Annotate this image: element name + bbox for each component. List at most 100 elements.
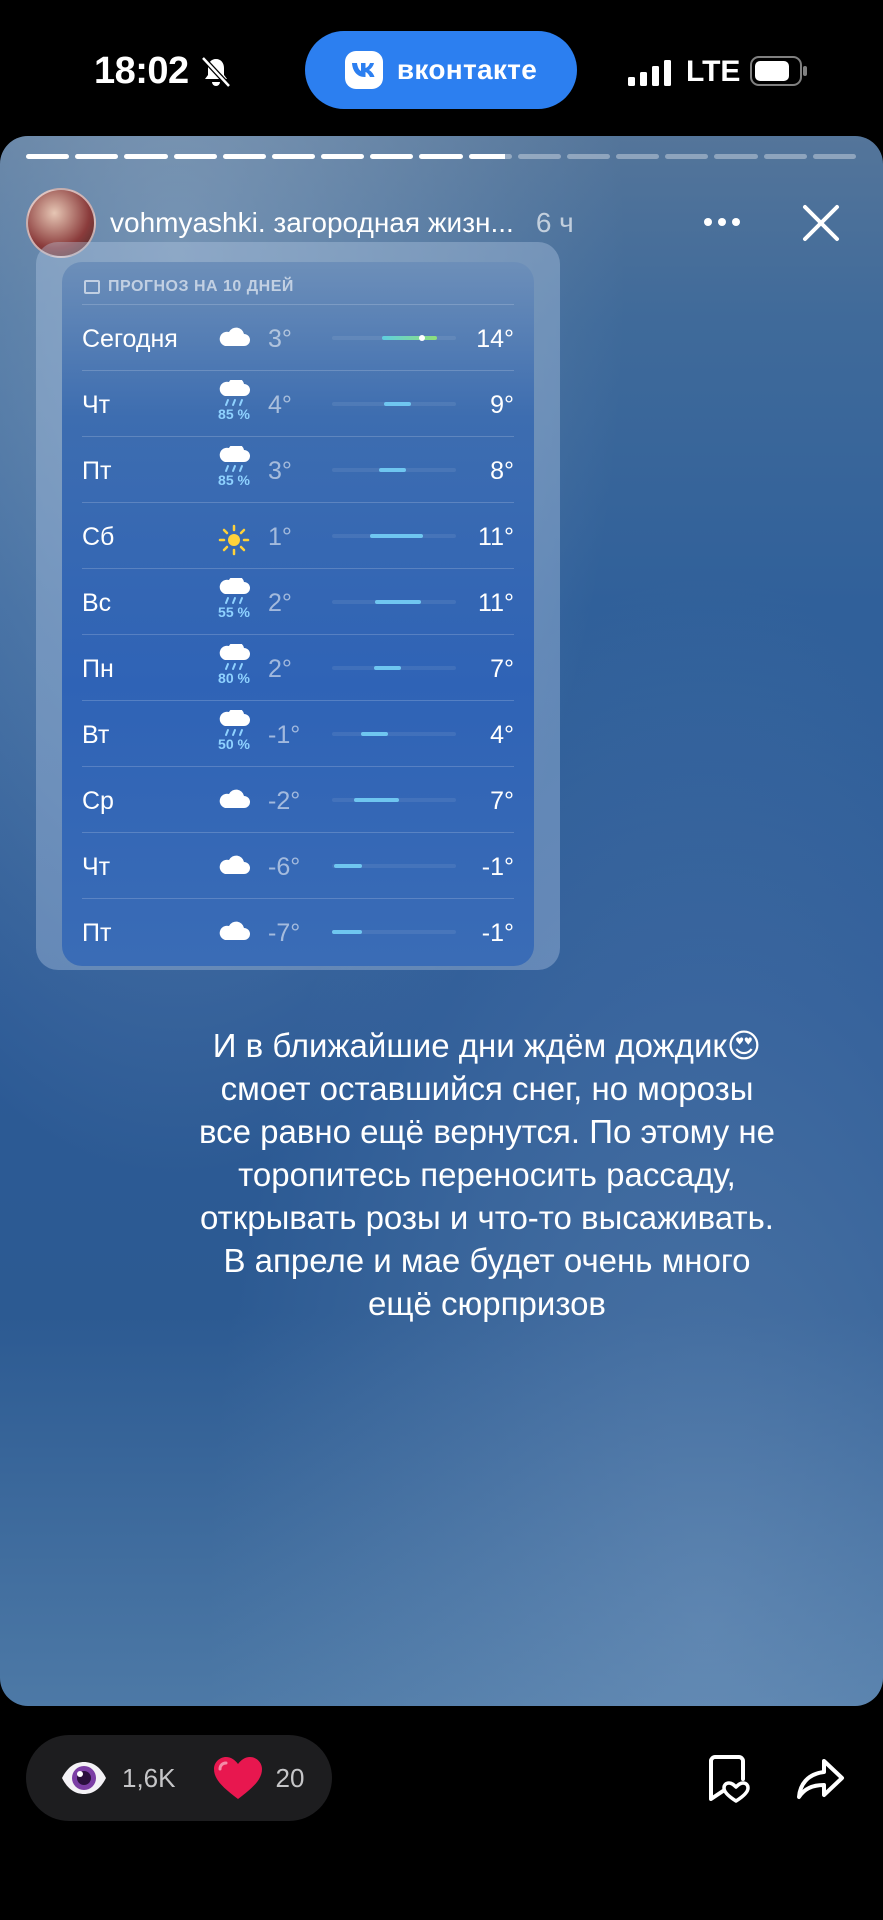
forecast-row: Пн 80 % 2° 7° xyxy=(62,634,534,700)
temp-max: 7° xyxy=(490,655,514,683)
precip-chance: 85 % xyxy=(218,406,250,422)
temp-max: 9° xyxy=(490,391,514,419)
temp-range-track xyxy=(332,600,456,604)
row-divider xyxy=(82,832,514,833)
temp-max: 11° xyxy=(478,589,514,617)
temp-max: 11° xyxy=(478,523,514,551)
forecast-title-text: ПРОГНОЗ НА 10 ДНЕЙ xyxy=(108,278,294,295)
temp-range-track xyxy=(332,732,456,736)
temp-range-bar xyxy=(374,666,402,670)
progress-segment xyxy=(75,154,119,159)
save-to-favorites-button[interactable] xyxy=(703,1755,751,1805)
row-divider xyxy=(82,436,514,437)
vk-logo-icon xyxy=(344,51,383,89)
forecast-day: Сб xyxy=(82,523,115,551)
temp-range-track xyxy=(332,534,456,538)
forecast-day: Ср xyxy=(82,787,114,815)
caption-line: торопитесь переносить рассаду, xyxy=(238,1156,736,1193)
temp-min: 2° xyxy=(268,589,292,617)
stats-pill: 1,6K 20 xyxy=(26,1735,332,1821)
temp-range-track xyxy=(332,468,456,472)
forecast-day: Чт xyxy=(82,853,111,881)
close-button[interactable] xyxy=(800,202,842,244)
caption-line: все равно ещё вернутся. По этому не xyxy=(199,1113,775,1150)
sun-icon xyxy=(212,524,256,570)
more-button[interactable] xyxy=(692,204,752,240)
row-divider xyxy=(82,766,514,767)
forecast-row: Чт -6° -1° xyxy=(62,832,534,898)
vk-return-pill[interactable]: вконтакте xyxy=(305,31,577,109)
temp-range-bar xyxy=(381,336,438,340)
temp-range-bar xyxy=(384,402,412,406)
temp-range-bar xyxy=(375,600,422,604)
temp-range-track xyxy=(332,402,456,406)
temp-range-track xyxy=(332,666,456,670)
temp-max: 14° xyxy=(476,325,514,353)
cloud-rain-icon: 50 % xyxy=(212,710,256,756)
temp-max: -1° xyxy=(481,853,514,881)
status-time: 18:02 xyxy=(94,50,189,92)
bell-off-icon xyxy=(201,56,231,88)
progress-segment xyxy=(419,154,463,159)
temp-range-bar xyxy=(379,468,407,472)
forecast-day: Сегодня xyxy=(82,325,178,353)
temp-min: -1° xyxy=(268,721,301,749)
eye-icon xyxy=(62,1762,106,1794)
forecast-day: Чт xyxy=(82,391,111,419)
row-divider xyxy=(82,568,514,569)
progress-segment xyxy=(468,154,512,159)
temp-range-bar xyxy=(360,732,388,736)
progress-segment xyxy=(812,154,856,159)
cloud-rain-icon: 85 % xyxy=(212,380,256,426)
temp-min: 1° xyxy=(268,523,292,551)
forecast-day: Пн xyxy=(82,655,114,683)
progress-segment xyxy=(173,154,217,159)
progress-segment xyxy=(566,154,611,159)
status-bar: 18:02 вконтакте LTE xyxy=(0,0,883,140)
temp-range-track xyxy=(332,335,456,341)
precip-chance: 50 % xyxy=(218,736,250,752)
temp-max: 7° xyxy=(490,787,514,815)
progress-segment xyxy=(616,154,660,159)
forecast-row: Сб 1° 11° xyxy=(62,502,534,568)
forecast-row: Пт 85 % 3° 8° xyxy=(62,436,534,502)
heart-icon[interactable] xyxy=(212,1755,264,1801)
row-divider xyxy=(82,502,514,503)
row-divider xyxy=(82,370,514,371)
progress-segment xyxy=(222,154,266,159)
forecast-day: Пт xyxy=(82,457,112,485)
battery-icon xyxy=(750,56,807,86)
network-type: LTE xyxy=(686,55,741,88)
channel-name[interactable]: vohmyashki. загородная жизн... xyxy=(110,207,514,239)
temp-min: -7° xyxy=(268,919,301,947)
precip-chance: 85 % xyxy=(218,472,250,488)
cloud-icon xyxy=(212,920,256,966)
cloud-icon xyxy=(212,326,256,372)
temp-range-track xyxy=(332,798,456,802)
row-divider xyxy=(82,898,514,899)
calendar-icon xyxy=(84,280,100,294)
progress-segment xyxy=(665,154,709,159)
temp-max: 4° xyxy=(490,721,514,749)
forecast-day: Вс xyxy=(82,589,112,617)
caption-line: ещё сюрпризов xyxy=(368,1285,606,1322)
caption-line: И в ближайшие дни ждём дождик😍 xyxy=(212,1027,762,1064)
progress-segment xyxy=(124,154,168,159)
temp-range-bar xyxy=(332,930,362,934)
temp-min: -2° xyxy=(268,787,301,815)
likes-count: 20 xyxy=(275,1762,305,1793)
forecast-row: Вс 55 % 2° 11° xyxy=(62,568,534,634)
forecast-row: Чт 85 % 4° 9° xyxy=(62,370,534,436)
progress-segment xyxy=(517,154,561,159)
temp-min: 2° xyxy=(268,655,292,683)
story-card[interactable]: vohmyashki. загородная жизн... 6 ч ПРОГН… xyxy=(0,136,883,1706)
temp-range-track xyxy=(332,864,456,868)
cloud-icon xyxy=(212,854,256,900)
row-divider xyxy=(82,634,514,635)
cloud-rain-icon: 80 % xyxy=(212,644,256,690)
share-button[interactable] xyxy=(796,1757,846,1801)
forecast-row: Ср -2° 7° xyxy=(62,766,534,832)
row-divider xyxy=(82,700,514,701)
temp-range-bar xyxy=(354,798,399,802)
temp-range-track xyxy=(332,930,456,934)
